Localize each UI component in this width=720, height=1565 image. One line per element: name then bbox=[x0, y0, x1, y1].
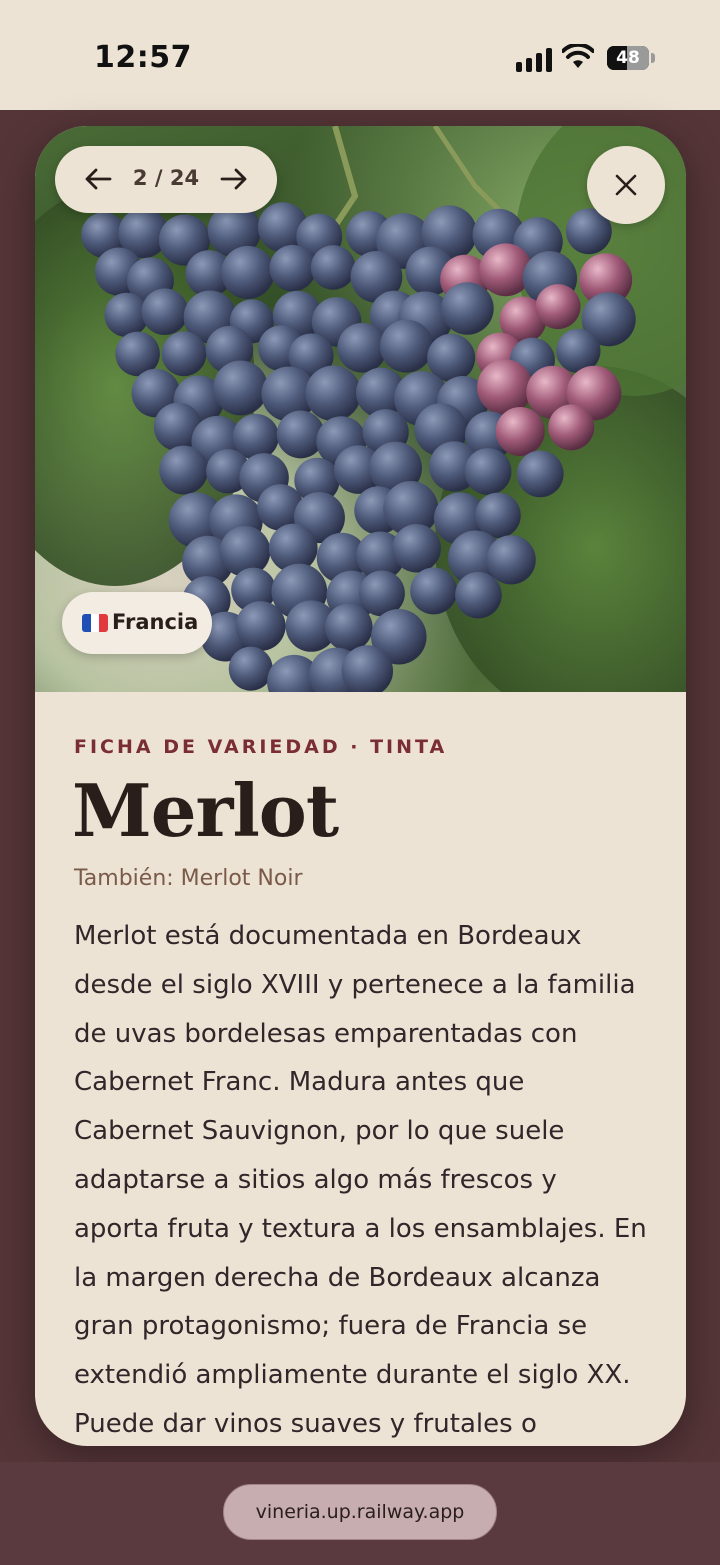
grape-berry bbox=[235, 601, 286, 651]
status-bar: 12:57 48 bbox=[0, 0, 720, 110]
grape-berry bbox=[464, 448, 512, 495]
close-icon bbox=[615, 174, 637, 196]
grape-berry bbox=[548, 404, 595, 451]
description-line: aporta fruta y textura a los ensamblajes… bbox=[74, 1213, 647, 1244]
variety-name: Merlot bbox=[72, 768, 339, 853]
grape-berry bbox=[161, 331, 207, 377]
grape-berry bbox=[305, 365, 362, 422]
country-badge: Francia bbox=[62, 592, 212, 654]
grape-berry bbox=[486, 535, 536, 585]
grape-berry bbox=[516, 450, 564, 498]
wifi-icon bbox=[562, 44, 594, 68]
grape-berry bbox=[221, 245, 275, 299]
description-line: extendió ampliamente durante el siglo XX… bbox=[74, 1360, 631, 1391]
flag-stripe-blue bbox=[82, 614, 91, 632]
variety-synonyms: También: Merlot Noir bbox=[74, 866, 303, 891]
description-line: Cabernet Sauvignon, por lo que suele bbox=[74, 1116, 565, 1147]
flag-stripe-red bbox=[99, 614, 108, 632]
description-line: adaptarse a sitios algo más frescos y bbox=[74, 1164, 557, 1195]
country-label: Francia bbox=[112, 610, 199, 634]
arrow-right-icon[interactable] bbox=[220, 167, 248, 191]
close-button[interactable] bbox=[587, 146, 665, 224]
grape-berry bbox=[410, 567, 458, 615]
arrow-left-icon[interactable] bbox=[84, 167, 112, 191]
battery-tip bbox=[651, 53, 655, 63]
grape-berry bbox=[219, 526, 271, 577]
url-field[interactable]: vineria.up.railway.app bbox=[223, 1484, 497, 1540]
grape-berry bbox=[337, 322, 388, 373]
description-line: Puede dar vinos suaves y frutales o bbox=[74, 1408, 537, 1439]
battery-icon: 48 bbox=[607, 46, 649, 70]
flag-stripe-white bbox=[90, 614, 100, 632]
grape-berry bbox=[477, 359, 533, 416]
status-time: 12:57 bbox=[94, 40, 192, 75]
grape-berry bbox=[141, 288, 189, 336]
variety-description: Merlot está documentada en Bordeaux desd… bbox=[74, 912, 654, 1446]
description-line: desde el siglo XVIII y pertenece a la fa… bbox=[74, 969, 636, 1000]
cellular-signal-icon bbox=[516, 46, 552, 72]
grape-berry bbox=[392, 523, 441, 573]
grape-berry bbox=[441, 282, 494, 335]
grape-berry bbox=[228, 646, 273, 691]
grape-berry bbox=[379, 319, 434, 373]
battery-level: 48 bbox=[616, 48, 640, 68]
image-counter: 2 / 24 bbox=[132, 166, 200, 190]
description-line: Merlot está documentada en Bordeaux bbox=[74, 921, 582, 951]
category-eyebrow: FICHA DE VARIEDAD · TINTA bbox=[74, 736, 448, 758]
grape-berry bbox=[269, 244, 317, 292]
browser-bar: vineria.up.railway.app bbox=[0, 1462, 720, 1565]
description-line: gran protagonismo; fuera de Francia se bbox=[74, 1311, 588, 1342]
description-line: de uvas bordelesas emparentadas con bbox=[74, 1018, 578, 1049]
france-flag-icon bbox=[82, 614, 108, 632]
grape-berry bbox=[213, 360, 268, 416]
grape-berry bbox=[455, 571, 502, 619]
image-navigation: 2 / 24 bbox=[55, 146, 277, 213]
description-line: la margen derecha de Bordeaux alcanza bbox=[74, 1262, 601, 1293]
grape-berry bbox=[535, 284, 581, 330]
grape-berry bbox=[495, 407, 545, 457]
variety-card: 2 / 24 Francia FICHA DE VARIEDAD · TINTA… bbox=[35, 126, 686, 1446]
description-line: Cabernet Franc. Madura antes que bbox=[74, 1067, 525, 1098]
grape-berry bbox=[159, 445, 209, 495]
grape-berry bbox=[324, 603, 373, 652]
grape-berry bbox=[310, 245, 356, 290]
